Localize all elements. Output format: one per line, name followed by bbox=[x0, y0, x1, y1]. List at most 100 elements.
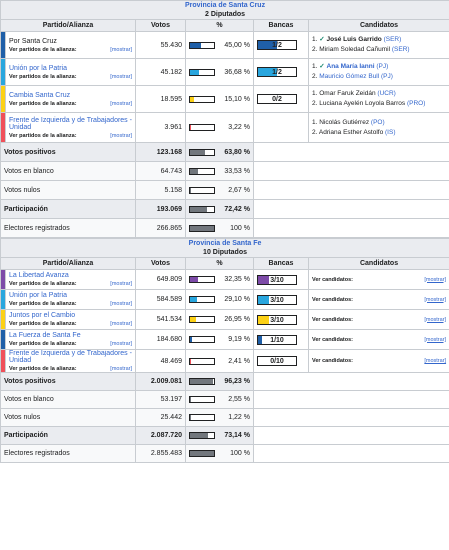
candidates-label: Ver candidatos: bbox=[312, 276, 353, 283]
candidate-party[interactable]: (PO) bbox=[371, 119, 385, 126]
party-name[interactable]: Unión por la Patria bbox=[9, 292, 67, 299]
party-name[interactable]: Unión por la Patria bbox=[9, 65, 67, 72]
candidates-cell: Ver candidatos: [mostrar] bbox=[307, 309, 449, 330]
province-table: Provincia de Santa Fe 10 Diputados Partido… bbox=[0, 238, 449, 463]
summary-percent-bar bbox=[189, 378, 215, 385]
show-parties-link[interactable]: [mostrar] bbox=[110, 281, 132, 287]
party-name-cell: Frente de Izquierda y de Trabajadores - … bbox=[5, 112, 136, 143]
candidate-party[interactable]: (UCR) bbox=[377, 90, 395, 97]
alliance-toggle: Ver partidos de la alianza: [mostrar] bbox=[9, 366, 132, 372]
summary-blank bbox=[252, 218, 449, 238]
party-name[interactable]: Juntos por el Cambio bbox=[9, 312, 75, 319]
party-name[interactable]: Frente de Izquierda y de Trabajadores - … bbox=[9, 117, 132, 131]
province-header: Provincia de Santa Cruz 2 Diputados bbox=[0, 0, 449, 20]
alliance-parties-label: Ver partidos de la alianza: bbox=[9, 73, 77, 80]
column-header-candidates: Candidatos bbox=[307, 19, 449, 32]
summary-row: Votos en blanco 53.197 2,55 % bbox=[0, 390, 449, 409]
summary-row: Participación 193.069 72,42 % bbox=[0, 199, 449, 219]
party-row: Frente de Izquierda y de Trabajadores - … bbox=[0, 112, 449, 143]
candidate-party[interactable]: (SER) bbox=[384, 36, 402, 43]
summary-blank bbox=[252, 180, 449, 200]
province-title[interactable]: Provincia de Santa Fe bbox=[4, 240, 446, 249]
show-parties-link[interactable]: [mostrar] bbox=[110, 301, 132, 307]
party-name[interactable]: Cambia Santa Cruz bbox=[9, 92, 70, 99]
candidate-party[interactable]: (PRO) bbox=[407, 100, 425, 107]
summary-row: Votos nulos 5.158 2,67 % bbox=[0, 180, 449, 200]
column-header-party: Partido/Alianza bbox=[0, 19, 136, 32]
show-parties-link[interactable]: [mostrar] bbox=[110, 74, 132, 80]
show-parties-link[interactable]: [mostrar] bbox=[110, 341, 132, 347]
show-parties-link[interactable]: [mostrar] bbox=[110, 366, 132, 372]
candidate-number: 2. bbox=[312, 46, 318, 53]
party-name[interactable]: Frente de Izquierda y de Trabajadores - … bbox=[9, 351, 132, 365]
candidates-cell: 1. ✓ José Luis Garrido (SER) 2. Miriam So… bbox=[307, 31, 449, 59]
percent-cell: 2,41 % bbox=[185, 349, 254, 373]
summary-percent-bar bbox=[189, 167, 215, 175]
seats-cell: 3/10 bbox=[253, 269, 309, 290]
candidate-name: Luciana Ayelén Loyola Barros bbox=[319, 100, 406, 107]
candidate-name: Miriam Soledad Cañumil bbox=[319, 46, 391, 53]
show-candidates-link[interactable]: [mostrar] bbox=[424, 275, 446, 285]
show-parties-link[interactable]: [mostrar] bbox=[110, 47, 132, 53]
party-name-cell: Juntos por el Cambio Ver partidos de la a… bbox=[5, 309, 136, 330]
candidates-cell: 1. Omar Faruk Zeidán (UCR) 2. Luciana Aye… bbox=[307, 85, 449, 113]
seats-cell: 0/10 bbox=[253, 349, 309, 373]
percent-cell: 3,22 % bbox=[185, 112, 254, 143]
seats-cell: 0/2 bbox=[253, 85, 309, 113]
percent-bar bbox=[189, 68, 215, 76]
seats-value: 1/2 bbox=[272, 42, 282, 49]
summary-row: Votos en blanco 64.743 33,53 % bbox=[0, 161, 449, 181]
percent-cell: 45,00 % bbox=[185, 31, 254, 59]
seats-value: 3/10 bbox=[270, 316, 284, 324]
candidate-item: 1. Nicolás Gutiérrez (PO) bbox=[312, 118, 446, 128]
party-name[interactable]: La Fuerza de Santa Fe bbox=[9, 332, 81, 339]
summary-percent-value: 2,55 % bbox=[228, 396, 250, 403]
party-name[interactable]: La Libertad Avanza bbox=[9, 272, 69, 279]
seats-value: 0/10 bbox=[270, 358, 284, 365]
summary-percent-cell: 96,23 % bbox=[185, 372, 254, 391]
candidate-name[interactable]: Mauricio Gómez Bull bbox=[319, 73, 379, 80]
summary-percent-cell: 33,53 % bbox=[185, 161, 254, 181]
candidate-name: Adriana Esther Astolfo bbox=[318, 128, 384, 136]
candidate-party[interactable]: (IS) bbox=[385, 129, 395, 136]
show-candidates-link[interactable]: [mostrar] bbox=[424, 295, 446, 305]
percent-bar bbox=[189, 95, 215, 103]
province-header: Provincia de Santa Fe 10 Diputados bbox=[0, 238, 449, 258]
candidate-party[interactable]: (PJ) bbox=[376, 63, 388, 70]
summary-votes: 2.009.081 bbox=[135, 372, 186, 391]
summary-blank bbox=[252, 142, 449, 162]
party-name-cell: Frente de Izquierda y de Trabajadores - … bbox=[5, 349, 136, 373]
party-name-cell: La Fuerza de Santa Fe Ver partidos de la … bbox=[5, 329, 136, 350]
alliance-toggle: Ver partidos de la alianza: [mostrar] bbox=[9, 341, 132, 347]
summary-votes: 64.743 bbox=[135, 161, 186, 181]
percent-cell: 26,95 % bbox=[185, 309, 254, 330]
show-candidates-link[interactable]: [mostrar] bbox=[424, 315, 446, 325]
show-candidates-link[interactable]: [mostrar] bbox=[424, 335, 446, 345]
party-row: Unión por la Patria Ver partidos de la al… bbox=[0, 58, 449, 86]
show-candidates-link[interactable]: [mostrar] bbox=[424, 356, 446, 366]
percent-value: 36,68 % bbox=[224, 68, 250, 76]
show-parties-link[interactable]: [mostrar] bbox=[110, 321, 132, 327]
percent-cell: 36,68 % bbox=[185, 58, 254, 86]
candidate-party[interactable]: (PJ) bbox=[381, 73, 393, 80]
votes-value: 45.182 bbox=[135, 58, 186, 86]
seats-cell: 3/10 bbox=[253, 289, 309, 310]
summary-percent-bar bbox=[189, 396, 215, 403]
candidate-party[interactable]: (SER) bbox=[392, 46, 410, 53]
show-parties-link[interactable]: [mostrar] bbox=[110, 101, 132, 107]
percent-cell: 29,10 % bbox=[185, 289, 254, 310]
summary-votes: 53.197 bbox=[135, 390, 186, 409]
column-header-seats: Bancas bbox=[253, 257, 309, 270]
candidates-cell: Ver candidatos: [mostrar] bbox=[307, 329, 449, 350]
seats-bar: 1/10 bbox=[257, 334, 297, 345]
candidate-name[interactable]: Ana María Ianni bbox=[327, 63, 375, 70]
province-title[interactable]: Provincia de Santa Cruz bbox=[4, 2, 446, 11]
votes-value: 18.595 bbox=[135, 85, 186, 113]
votes-value: 649.809 bbox=[135, 269, 186, 290]
show-parties-link[interactable]: [mostrar] bbox=[110, 133, 132, 139]
votes-value: 541.534 bbox=[135, 309, 186, 330]
candidate-item: 1. ✓ Ana María Ianni (PJ) bbox=[312, 62, 446, 72]
candidate-number: 1. bbox=[312, 90, 318, 97]
candidate-item: 2. Miriam Soledad Cañumil (SER) bbox=[312, 45, 446, 55]
summary-percent-cell: 73,14 % bbox=[185, 426, 254, 445]
